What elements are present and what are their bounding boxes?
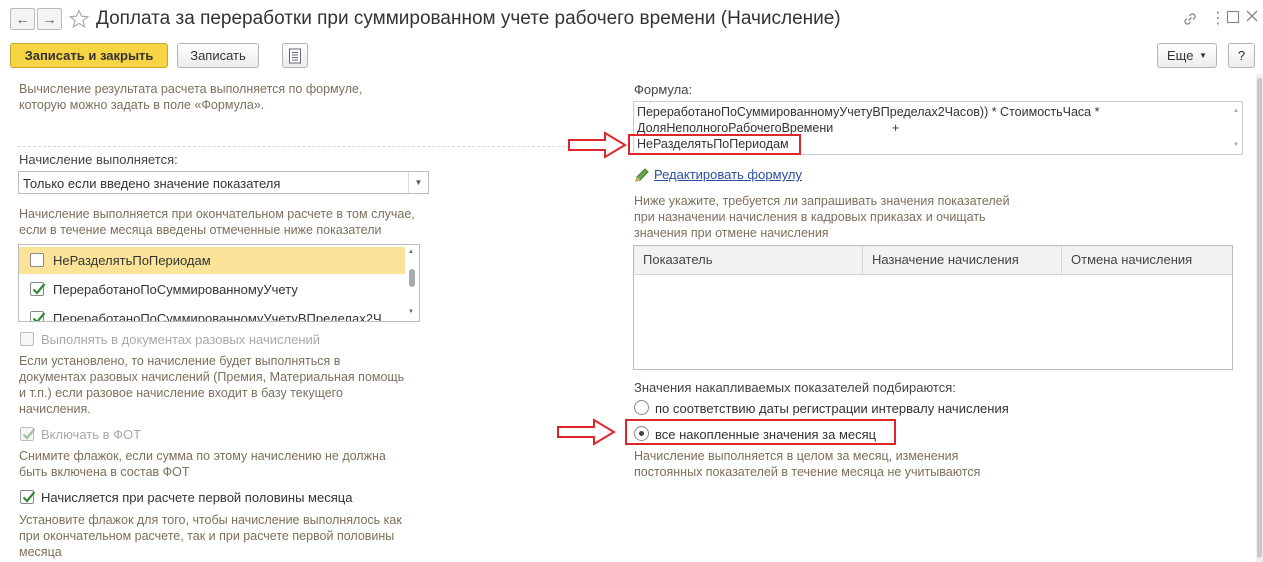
favorite-star-icon[interactable]: [68, 9, 90, 29]
arrow-right-icon: →: [42, 11, 57, 27]
scrollbar-thumb[interactable]: [1257, 78, 1262, 558]
list-item-label: ПереработаноПоСуммированномуУчету: [53, 282, 298, 297]
checkbox[interactable]: [30, 282, 46, 296]
hint-line: начисления.: [19, 402, 91, 416]
column-header-assignment[interactable]: Назначение начисления: [863, 246, 1062, 274]
formula-line-2: ДоляНеполногоРабочегоВремени: [637, 121, 834, 135]
accum-label: Значения накапливаемых показателей подби…: [634, 380, 956, 395]
arrow-left-icon: ←: [15, 11, 30, 27]
checkbox[interactable]: [30, 311, 46, 321]
annotation-arrow-icon: [567, 131, 627, 162]
accum-option-by-date-radio[interactable]: [634, 400, 649, 415]
accrual-label: Начисление выполняется:: [19, 152, 178, 167]
list-item-label: НеРазделятьПоПериодам: [53, 253, 211, 268]
hint-line: Снимите флажок, если сумма по этому начи…: [19, 449, 386, 463]
list-scrollbar-thumb[interactable]: [409, 269, 415, 287]
hint-line: Вычисление результата расчета выполняетс…: [19, 82, 363, 96]
indicators-table[interactable]: Показатель Назначение начисления Отмена …: [633, 245, 1233, 370]
document-list-icon: [289, 48, 301, 64]
hint-line: если в течение месяца введены отмеченные…: [19, 223, 382, 237]
help-button[interactable]: ?: [1228, 43, 1255, 68]
hint-line: Если установлено, то начисление будет вы…: [19, 354, 341, 368]
more-label: Еще: [1167, 48, 1194, 63]
hint-line: при назначении начисления в кадровых при…: [634, 210, 986, 224]
formula-label: Формула:: [634, 82, 693, 97]
column-header-cancel[interactable]: Отмена начисления: [1062, 246, 1232, 274]
checkmark-icon: [22, 491, 36, 503]
list-item[interactable]: ПереработаноПоСуммированномуУчетуВПредел…: [19, 305, 405, 322]
scroll-up-icon[interactable]: ▲: [408, 249, 414, 255]
scrollbar[interactable]: [1256, 74, 1263, 562]
one-time-checkbox[interactable]: [20, 332, 34, 346]
hint-line: быть включена в состав ФОТ: [19, 465, 190, 479]
list-scrollbar[interactable]: ▲ ▼: [405, 245, 419, 321]
checkmark-icon: [32, 283, 46, 295]
one-time-label: Выполнять в документах разовых начислени…: [41, 332, 321, 347]
page-title: Доплата за переработки при суммированном…: [96, 8, 841, 29]
annotation-highlight-box: [628, 134, 801, 155]
column-header-indicator[interactable]: Показатель: [634, 246, 863, 274]
checkmark-icon: [22, 428, 36, 440]
more-button[interactable]: Еще ▼: [1157, 43, 1217, 68]
checkbox[interactable]: [30, 253, 44, 267]
accrual-select[interactable]: Только если введено значение показателя …: [18, 171, 429, 194]
hint-line: и т.п.) если разовое начисление входит в…: [19, 386, 343, 400]
hint-line: которую можно задать в поле «Формула».: [19, 98, 265, 112]
list-item-label: ПереработаноПоСуммированномуУчетуВПредел…: [53, 311, 382, 322]
back-button[interactable]: ←: [10, 8, 35, 30]
accum-hint: Начисление выполняется в целом за месяц,…: [634, 448, 980, 480]
pencil-icon: [634, 167, 650, 183]
edit-formula-link[interactable]: Редактировать формулу: [654, 167, 802, 182]
divider: [18, 146, 630, 147]
scroll-up-icon[interactable]: ▲: [1233, 108, 1239, 114]
request-hint: Ниже укажите, требуется ли запрашивать з…: [634, 193, 1010, 241]
half-month-hint: Установите флажок для того, чтобы начисл…: [19, 512, 402, 560]
fot-hint: Снимите флажок, если сумма по этому начи…: [19, 448, 386, 480]
forward-button[interactable]: →: [37, 8, 62, 30]
scroll-down-icon[interactable]: ▼: [408, 309, 414, 315]
list-item[interactable]: НеРазделятьПоПериодам: [19, 247, 405, 274]
half-month-label: Начисляется при расчете первой половины …: [41, 490, 353, 505]
scroll-down-icon[interactable]: ▼: [1233, 142, 1239, 148]
save-and-close-button[interactable]: Записать и закрыть: [10, 43, 168, 68]
link-icon[interactable]: [1181, 10, 1199, 28]
indicators-list[interactable]: НеРазделятьПоПериодам ПереработаноПоСумм…: [18, 244, 420, 322]
hint-line: значения при отмене начисления: [634, 226, 829, 240]
save-button[interactable]: Записать: [177, 43, 259, 68]
formula-line-1: ПереработаноПоСуммированномуУчетуВПредел…: [637, 105, 1100, 119]
chevron-down-icon: ▼: [1199, 51, 1207, 60]
more-actions-icon[interactable]: ⋮: [1210, 8, 1226, 28]
formula-intro-hint: Вычисление результата расчета выполняетс…: [19, 81, 362, 113]
formula-plus: +: [892, 121, 900, 135]
fot-label: Включать в ФОТ: [41, 427, 142, 442]
hint-line: Ниже укажите, требуется ли запрашивать з…: [634, 194, 1010, 208]
accrual-select-value: Только если введено значение показателя: [23, 176, 281, 191]
annotation-highlight-box: [625, 419, 896, 445]
hint-line: документах разовых начислений (Премия, М…: [19, 370, 405, 384]
hint-line: месяца: [19, 545, 62, 559]
hint-line: Начисление выполняется в целом за месяц,…: [634, 449, 959, 463]
checkmark-icon: [32, 312, 46, 321]
hint-line: при окончательном расчете, так и при рас…: [19, 529, 395, 543]
annotation-arrow-icon: [556, 418, 616, 449]
hint-line: постоянных показателей в течение месяца …: [634, 465, 981, 479]
half-month-checkbox[interactable]: [20, 490, 36, 504]
report-button[interactable]: [282, 43, 308, 68]
hint-line: Начисление выполняется при окончательном…: [19, 207, 415, 221]
dropdown-arrow-icon[interactable]: ▼: [408, 172, 428, 193]
close-icon[interactable]: [1245, 9, 1259, 23]
table-header: Показатель Назначение начисления Отмена …: [634, 246, 1232, 275]
fot-checkbox[interactable]: [20, 427, 36, 441]
maximize-icon[interactable]: [1226, 10, 1240, 24]
accrual-hint: Начисление выполняется при окончательном…: [19, 206, 415, 238]
hint-line: Установите флажок для того, чтобы начисл…: [19, 513, 402, 527]
accum-option-by-date-label: по соответствию даты регистрации интерва…: [655, 401, 1009, 416]
one-time-hint: Если установлено, то начисление будет вы…: [19, 353, 404, 417]
list-item[interactable]: ПереработаноПоСуммированномуУчету: [19, 276, 405, 303]
